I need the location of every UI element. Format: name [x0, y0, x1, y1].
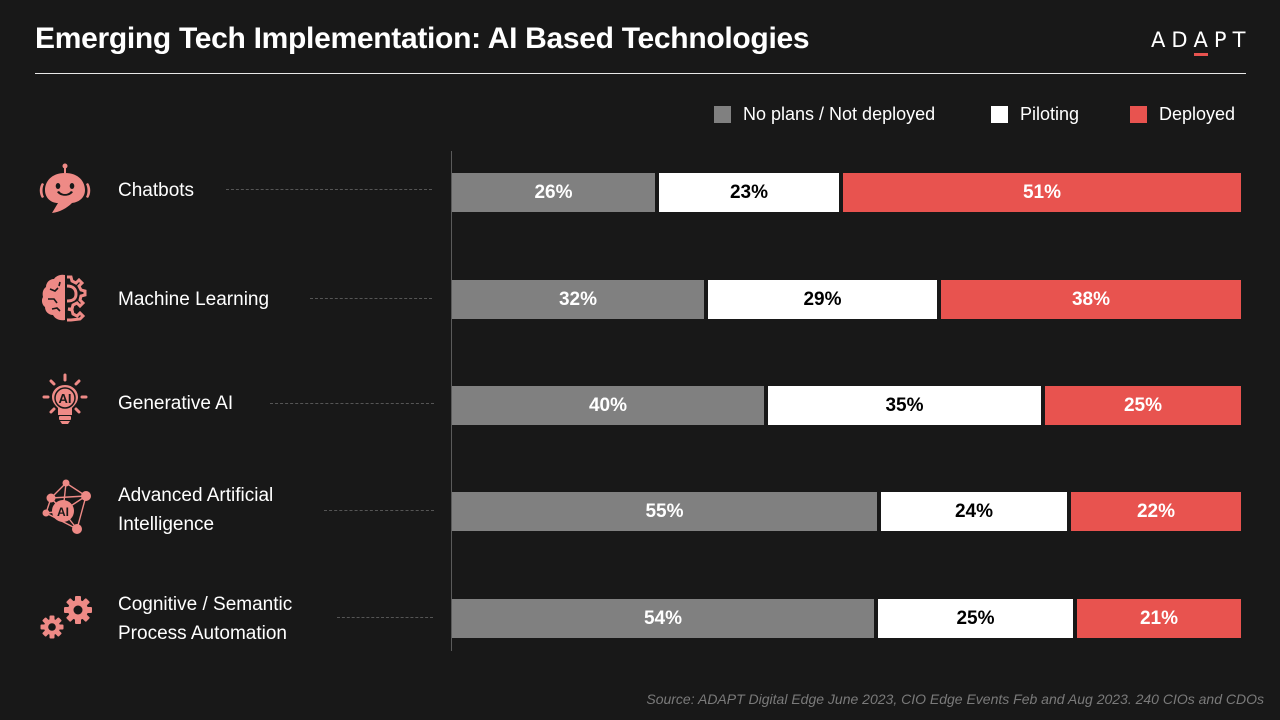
- bar-value-label: 25%: [1123, 394, 1163, 416]
- leader-line: [226, 189, 432, 190]
- bar-value-label: 32%: [558, 288, 598, 310]
- bar-value-label: 22%: [1136, 500, 1176, 522]
- legend-swatch-deployed: [1130, 106, 1147, 123]
- bar-value-label: 54%: [643, 607, 683, 629]
- bar-value-label: 40%: [588, 394, 628, 416]
- bar-segment-no-plans: 40%: [452, 386, 764, 425]
- bar-segment-piloting: 25%: [878, 599, 1073, 638]
- legend-item-piloting: Piloting: [991, 104, 1079, 125]
- bar-segment-piloting: 29%: [708, 280, 937, 319]
- bar-value-label: 35%: [885, 394, 924, 416]
- page-title: Emerging Tech Implementation: AI Based T…: [35, 22, 810, 55]
- bar-segment-piloting: 23%: [659, 173, 839, 212]
- legend-swatch-no-plans: [714, 106, 731, 123]
- row-label-line: Advanced Artificial: [118, 485, 274, 506]
- gears-icon: [36, 590, 94, 648]
- legend-item-no-plans: No plans / Not deployed: [714, 104, 935, 125]
- row-label-line: Intelligence: [118, 514, 215, 535]
- bar-value-label: 51%: [1022, 181, 1062, 203]
- row-label-generative-ai: Generative AI: [118, 389, 233, 418]
- bar-segment-deployed: 51%: [843, 173, 1241, 212]
- ai-network-icon: AI: [36, 477, 94, 535]
- source-note: Source: ADAPT Digital Edge June 2023, CI…: [646, 691, 1264, 707]
- leader-line: [270, 403, 434, 404]
- title-divider: [35, 73, 1246, 74]
- row-label-line: Chatbots: [118, 180, 195, 201]
- legend-item-deployed: Deployed: [1130, 104, 1235, 125]
- bar-segment-deployed: 22%: [1071, 492, 1241, 531]
- bar-value-label: 29%: [803, 288, 842, 310]
- bar-value-label: 23%: [729, 181, 769, 203]
- y-axis-line: [451, 151, 452, 651]
- row-label-advanced-ai: Advanced Artificial Intelligence: [118, 481, 273, 539]
- adapt-logo: ADAPT: [1151, 28, 1252, 56]
- logo-text-end: PT: [1213, 28, 1252, 52]
- bar-value-label: 21%: [1139, 607, 1179, 629]
- bar-segment-no-plans: 32%: [452, 280, 704, 319]
- bar-segment-no-plans: 26%: [452, 173, 655, 212]
- brain-gear-icon: [36, 269, 94, 327]
- legend-swatch-piloting: [991, 106, 1008, 123]
- bar-segment-deployed: 25%: [1045, 386, 1241, 425]
- bar-segment-no-plans: 54%: [452, 599, 874, 638]
- row-label-cognitive-automation: Cognitive / Semantic Process Automation: [118, 590, 292, 648]
- chatbot-robot-icon: [36, 161, 94, 219]
- row-label-machine-learning: Machine Learning: [118, 285, 269, 314]
- leader-line: [324, 510, 434, 511]
- svg-text:AI: AI: [59, 391, 72, 406]
- svg-text:AI: AI: [57, 505, 69, 519]
- row-label-line: Machine Learning: [118, 289, 270, 310]
- logo-accent-letter: A: [1193, 28, 1214, 56]
- chart-legend: No plans / Not deployed Piloting Deploye…: [0, 104, 1280, 128]
- row-label-line: Cognitive / Semantic: [118, 594, 293, 615]
- legend-label-deployed: Deployed: [1159, 104, 1236, 124]
- bar-segment-piloting: 35%: [768, 386, 1041, 425]
- bar-segment-deployed: 38%: [941, 280, 1241, 319]
- ai-lightbulb-icon: AI: [36, 373, 94, 431]
- bar-segment-deployed: 21%: [1077, 599, 1241, 638]
- logo-text-start: AD: [1151, 28, 1194, 52]
- leader-line: [337, 617, 433, 618]
- leader-line: [310, 298, 432, 299]
- row-label-chatbots: Chatbots: [118, 176, 194, 205]
- bar-value-label: 38%: [1071, 288, 1111, 310]
- row-label-line: Generative AI: [118, 393, 234, 414]
- bar-value-label: 55%: [645, 500, 684, 522]
- bar-value-label: 24%: [954, 500, 994, 522]
- legend-label-no-plans: No plans / Not deployed: [743, 104, 936, 124]
- bar-segment-no-plans: 55%: [452, 492, 877, 531]
- row-label-line: Process Automation: [118, 623, 287, 644]
- bar-value-label: 25%: [956, 607, 995, 629]
- bar-value-label: 26%: [534, 181, 573, 203]
- legend-label-piloting: Piloting: [1020, 104, 1080, 124]
- bar-segment-piloting: 24%: [881, 492, 1067, 531]
